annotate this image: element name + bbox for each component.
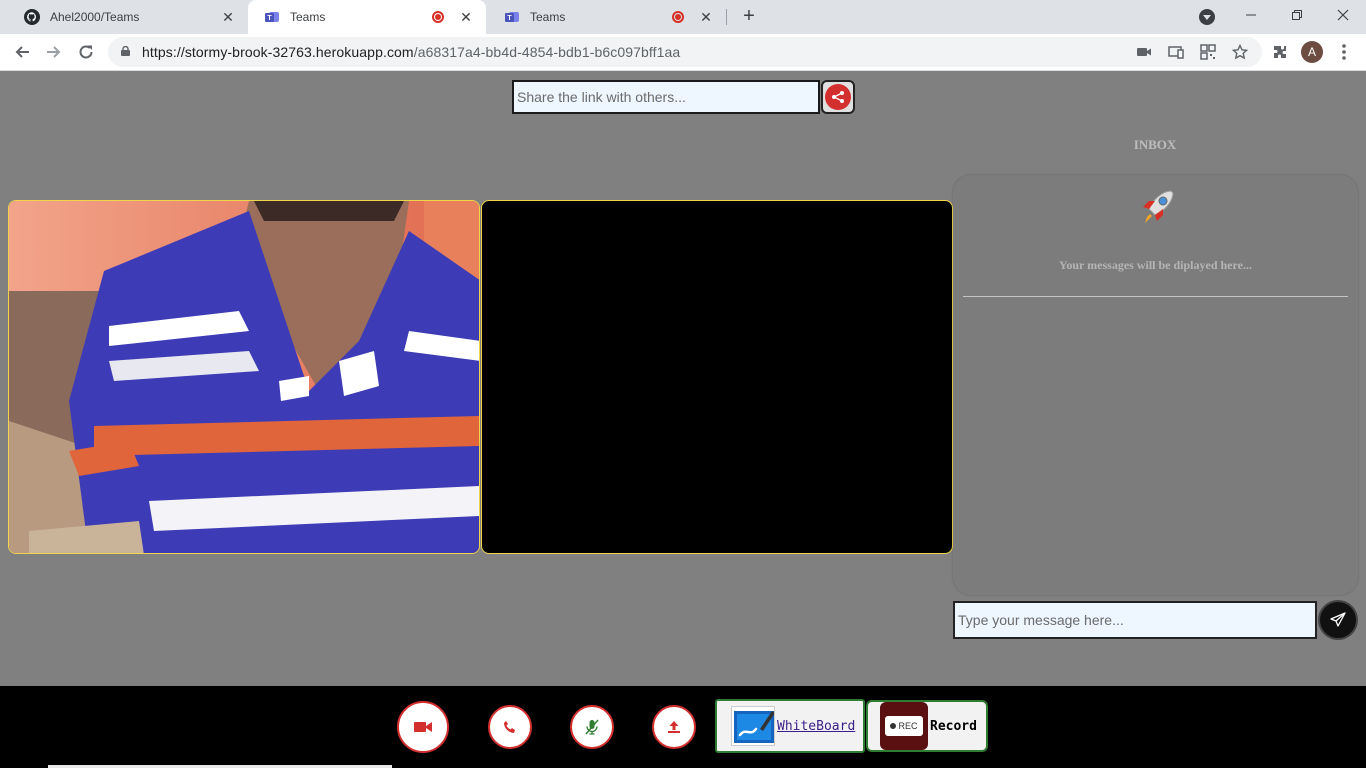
tab-title: Teams bbox=[530, 10, 566, 24]
share-icon bbox=[825, 84, 851, 110]
url-text: https://stormy-brook-32763.herokuapp.com… bbox=[142, 44, 680, 60]
github-icon bbox=[24, 9, 40, 25]
send-icon bbox=[1330, 612, 1346, 627]
end-call-button[interactable] bbox=[488, 705, 532, 749]
close-icon[interactable]: ✕ bbox=[458, 9, 474, 26]
lock-icon bbox=[121, 46, 130, 56]
chat-divider bbox=[963, 296, 1348, 297]
svg-text:T: T bbox=[267, 15, 272, 22]
tab-teams[interactable]: T Teams ✕ bbox=[488, 0, 726, 34]
url-host: https://stormy-brook-32763.herokuapp.com bbox=[142, 44, 414, 60]
share-link-input[interactable] bbox=[514, 82, 818, 112]
inbox-title: INBOX bbox=[1133, 137, 1177, 152]
whiteboard-label: WhiteBoard bbox=[777, 718, 856, 734]
qr-code-icon[interactable] bbox=[1200, 44, 1216, 60]
tab-search-icon[interactable] bbox=[1199, 9, 1215, 25]
video-camera-icon bbox=[414, 722, 432, 732]
svg-text:T: T bbox=[507, 15, 512, 22]
teams-icon: T bbox=[504, 9, 520, 25]
share-button[interactable] bbox=[821, 80, 855, 114]
profile-avatar[interactable]: A bbox=[1301, 41, 1323, 63]
url-path: /a68317a4-bb4d-4854-bdb1-b6c097bff1aa bbox=[413, 44, 681, 60]
tab-github[interactable]: Ahel2000/Teams ✕ bbox=[8, 0, 248, 34]
new-tab-button[interactable]: + bbox=[737, 5, 761, 29]
extensions-icon[interactable] bbox=[1268, 40, 1292, 64]
restore-button[interactable] bbox=[1274, 0, 1320, 30]
cast-icon[interactable] bbox=[1168, 44, 1184, 60]
recording-indicator-icon bbox=[432, 11, 444, 23]
close-window-button[interactable] bbox=[1320, 0, 1366, 30]
record-button[interactable]: REC Record bbox=[866, 700, 988, 752]
share-link-field[interactable] bbox=[512, 80, 820, 114]
tab-separator bbox=[726, 9, 727, 25]
whiteboard-icon bbox=[731, 706, 775, 746]
address-bar[interactable]: https://stormy-brook-32763.herokuapp.com… bbox=[108, 37, 1262, 67]
whiteboard-button[interactable]: WhiteBoard bbox=[715, 699, 865, 753]
microphone-muted-icon bbox=[585, 719, 599, 735]
upload-icon bbox=[668, 721, 680, 733]
phone-icon bbox=[504, 721, 515, 733]
webcam-image bbox=[9, 201, 479, 553]
tab-teams-active[interactable]: T Teams ✕ bbox=[248, 0, 486, 34]
send-button[interactable] bbox=[1318, 600, 1358, 640]
record-label: Record bbox=[930, 718, 977, 734]
message-input[interactable] bbox=[955, 603, 1315, 637]
rec-dot-icon bbox=[890, 723, 897, 729]
rec-badge-text: REC bbox=[898, 721, 918, 731]
chat-panel: Your messages will be diplayed here... bbox=[953, 175, 1358, 595]
menu-kebab-icon[interactable] bbox=[1332, 40, 1356, 64]
recording-indicator-icon bbox=[672, 11, 684, 23]
message-field[interactable] bbox=[953, 601, 1317, 639]
browser-toolbar: https://stormy-brook-32763.herokuapp.com… bbox=[0, 34, 1366, 71]
camera-in-use-icon[interactable] bbox=[1136, 44, 1152, 60]
mute-button[interactable] bbox=[570, 705, 614, 749]
tab-title: Teams bbox=[290, 10, 326, 24]
close-icon[interactable]: ✕ bbox=[698, 9, 714, 26]
teams-icon: T bbox=[264, 9, 280, 25]
rec-icon: REC bbox=[880, 702, 928, 750]
browser-tab-strip: Ahel2000/Teams ✕ T Teams ✕ T Teams ✕ + bbox=[0, 0, 1366, 34]
bookmark-star-icon[interactable] bbox=[1232, 44, 1248, 60]
rocket-icon bbox=[1143, 190, 1174, 223]
back-button[interactable] bbox=[10, 40, 34, 64]
forward-button[interactable] bbox=[42, 40, 66, 64]
minimize-button[interactable] bbox=[1228, 0, 1274, 30]
remote-video bbox=[481, 200, 953, 554]
tab-title: Ahel2000/Teams bbox=[50, 10, 140, 24]
reload-button[interactable] bbox=[74, 40, 98, 64]
local-video bbox=[8, 200, 480, 554]
close-icon[interactable]: ✕ bbox=[220, 9, 236, 26]
screen-share-button[interactable] bbox=[652, 705, 696, 749]
chat-empty-text: Your messages will be diplayed here... bbox=[1059, 258, 1252, 272]
video-toggle-button[interactable] bbox=[397, 701, 449, 753]
